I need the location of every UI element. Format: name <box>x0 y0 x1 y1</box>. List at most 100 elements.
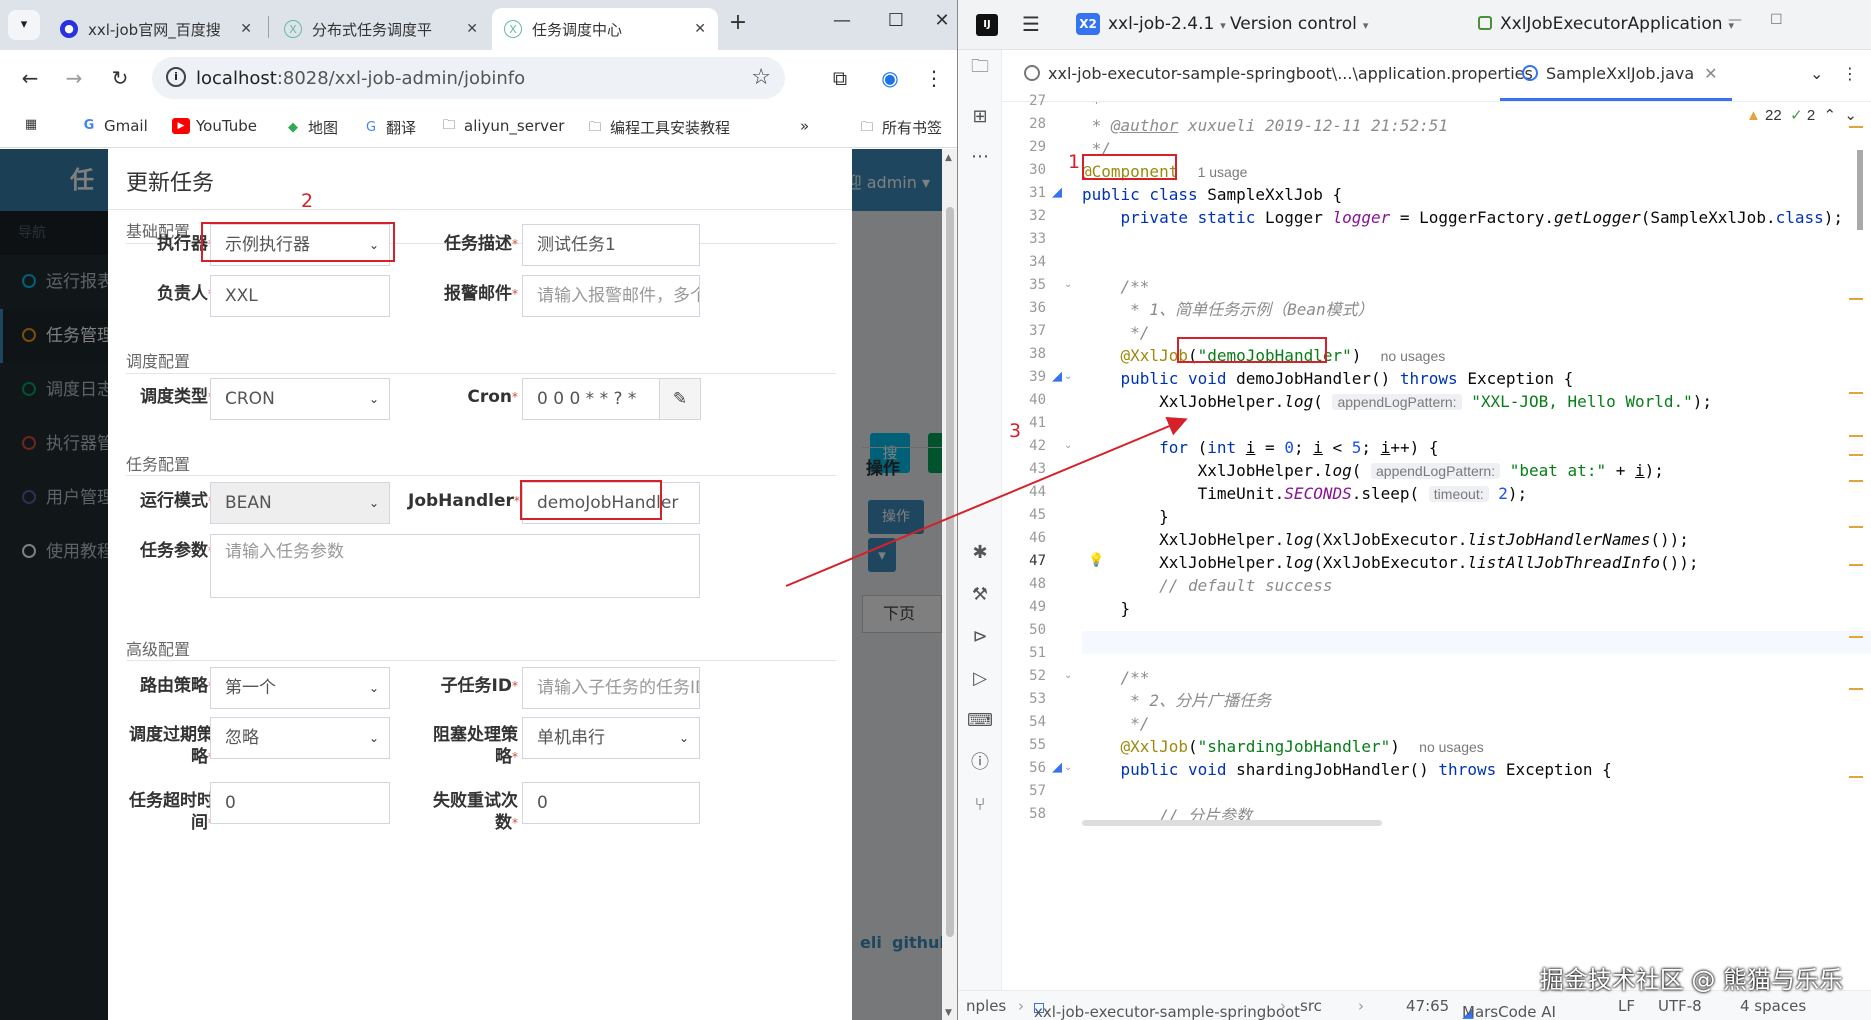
editor-tab-java[interactable]: SampleXxlJob.java ✕ <box>1522 64 1718 83</box>
desc-input[interactable]: 测试任务1 <box>522 224 700 266</box>
annotation-3: 3 <box>1009 420 1022 442</box>
back-icon[interactable]: ← <box>14 62 46 94</box>
warning-marker[interactable] <box>1849 126 1863 128</box>
breadcrumb-module[interactable]: nples <box>966 997 1006 1015</box>
apps-grid-icon[interactable]: ▦ <box>22 117 46 133</box>
close-icon[interactable]: ✕ <box>694 21 706 37</box>
minimize-icon[interactable]: — <box>822 10 862 31</box>
breadcrumb-src[interactable]: src <box>1300 997 1322 1015</box>
warning-marker[interactable] <box>1849 526 1863 528</box>
marscode-gutter-icon[interactable]: ◢ <box>1052 185 1062 200</box>
project-switcher[interactable]: xxl-job-2.4.1 ▾ <box>1108 14 1226 34</box>
scroll-thumb[interactable] <box>946 207 954 937</box>
run-mode-select[interactable]: BEAN ⌄ <box>210 482 390 524</box>
warning-marker[interactable] <box>1849 435 1863 437</box>
structure-icon[interactable]: ⊞ <box>965 102 995 132</box>
bookmarks-overflow[interactable]: » <box>800 117 809 135</box>
new-tab-button[interactable]: + <box>718 10 758 35</box>
file-encoding[interactable]: UTF-8 <box>1658 997 1702 1015</box>
maximize-icon[interactable]: ☐ <box>1770 12 1783 28</box>
vcs-menu[interactable]: Version control ▾ <box>1230 14 1368 34</box>
extensions-icon[interactable]: ⧉ <box>824 62 856 94</box>
warning-marker[interactable] <box>1849 454 1863 456</box>
youtube-icon: ▶ <box>172 118 190 134</box>
bookmark-folder-aliyun[interactable]: 🗀 aliyun_server <box>440 117 564 135</box>
main-menu-icon[interactable]: ☰ <box>1022 12 1040 36</box>
misfire-select[interactable]: 忽略 ⌄ <box>210 717 390 759</box>
terminal-icon[interactable]: ⌨ <box>965 706 995 736</box>
timeout-input[interactable]: 0 <box>210 782 390 824</box>
caret-position[interactable]: 47:65 <box>1406 997 1449 1015</box>
bookmark-maps[interactable]: ◆ 地图 <box>284 117 338 138</box>
fold-chevron-icon[interactable]: ⌄ <box>1064 371 1072 382</box>
close-icon[interactable]: ✕ <box>466 21 478 37</box>
build-icon[interactable]: ⚒ <box>965 580 995 610</box>
more-icon[interactable]: ⋮ <box>1842 64 1858 83</box>
browser-tab-active[interactable]: X 任务调度中心 ✕ <box>492 8 718 50</box>
more-tools-icon[interactable]: ⋯ <box>965 142 995 172</box>
all-bookmarks[interactable]: 🗀 所有书签 <box>858 117 942 138</box>
debug-icon[interactable]: ✱ <box>965 538 995 568</box>
route-select[interactable]: 第一个 ⌄ <box>210 667 390 709</box>
run-icon[interactable]: ▷ <box>965 664 995 694</box>
profile-icon[interactable]: ◉ <box>874 62 906 94</box>
warning-marker[interactable] <box>1849 776 1863 778</box>
fold-chevron-icon[interactable]: ⌄ <box>1064 279 1072 290</box>
editor-tab-properties[interactable]: xxl-job-executor-sample-springboot\...\a… <box>1024 64 1533 83</box>
bookmark-folder-tools[interactable]: 🗀 编程工具安装教程 <box>586 117 730 138</box>
warning-marker[interactable] <box>1849 392 1863 394</box>
ide-window: IJ ☰ X2 xxl-job-2.4.1 ▾ Version control ▾ … <box>958 0 1871 1020</box>
cron-input[interactable]: 0 0 0 * * ? * <box>522 378 660 420</box>
address-bar[interactable]: i localhost:8028/xxl-job-admin/jobinfo ☆ <box>152 57 785 99</box>
bookmark-translate[interactable]: G 翻译 <box>362 117 416 138</box>
param-textarea[interactable]: 请输入任务参数 <box>210 534 700 598</box>
scroll-down-icon[interactable]: ▼ <box>945 1008 952 1018</box>
warning-marker[interactable] <box>1849 480 1863 482</box>
child-job-input[interactable]: 请输入子任务的任务ID, <box>522 667 700 709</box>
fold-chevron-icon[interactable]: ⌄ <box>1064 670 1072 681</box>
warning-marker[interactable] <box>1849 298 1863 300</box>
fold-chevron-icon[interactable]: ⌄ <box>1064 440 1072 451</box>
line-separator[interactable]: LF <box>1618 997 1635 1015</box>
schedule-type-select[interactable]: CRON ⌄ <box>210 378 390 420</box>
minimize-icon[interactable]: — <box>1728 12 1742 28</box>
bookmark-gmail[interactable]: G Gmail <box>80 117 148 135</box>
warning-marker[interactable] <box>1849 688 1863 690</box>
marscode-gutter-icon[interactable]: ◢ <box>1052 760 1062 775</box>
close-icon[interactable]: ✕ <box>1704 64 1717 83</box>
bookmark-star-icon[interactable]: ☆ <box>751 65 771 90</box>
bookmark-youtube[interactable]: ▶ YouTube <box>172 117 257 135</box>
owner-input[interactable]: XXL <box>210 275 390 317</box>
maximize-icon[interactable]: ☐ <box>876 10 916 31</box>
reload-icon[interactable]: ↻ <box>104 62 136 94</box>
editor-scroll-thumb[interactable] <box>1857 150 1863 230</box>
tab-search-button[interactable]: ▾ <box>8 10 40 40</box>
project-folder-icon[interactable]: 🗀 <box>965 52 995 82</box>
menu-dots-icon[interactable]: ⋮ <box>918 62 950 94</box>
edit-cron-button[interactable]: ✎ <box>659 378 701 420</box>
indent-setting[interactable]: 4 spaces <box>1740 997 1806 1015</box>
close-window-icon[interactable]: ✕ <box>922 10 957 31</box>
site-info-icon[interactable]: i <box>166 67 186 87</box>
git-icon[interactable]: ⑂ <box>965 790 995 820</box>
warning-marker[interactable] <box>1849 636 1863 638</box>
run-config-selector[interactable]: XxlJobExecutorApplication ▾ <box>1478 14 1734 34</box>
services-icon[interactable]: ⊳ <box>965 622 995 652</box>
browser-scrollbar[interactable]: ▲ ▼ <box>942 149 957 1020</box>
code-editor[interactable]: ▲ 22 ✓ 2 ⌃ ⌄ * * @author xuxueli 2019-12… <box>1082 102 1871 990</box>
inspection-widget[interactable]: ▲ 22 ✓ 2 ⌃ ⌄ <box>1746 106 1857 124</box>
close-icon[interactable]: ✕ <box>240 21 252 37</box>
scroll-up-icon[interactable]: ▲ <box>945 153 952 163</box>
forward-icon[interactable]: → <box>58 62 90 94</box>
horizontal-scroll-thumb[interactable] <box>1082 820 1382 826</box>
warning-marker[interactable] <box>1849 564 1863 566</box>
problems-icon[interactable]: ⓘ <box>965 748 995 778</box>
alarm-email-input[interactable]: 请输入报警邮件，多个邮 <box>522 275 700 317</box>
fold-chevron-icon[interactable]: ⌄ <box>1064 762 1072 773</box>
tab-list-chevron-icon[interactable]: ⌄ <box>1810 64 1823 83</box>
browser-tab-xxl-site[interactable]: X 分布式任务调度平 ✕ <box>272 8 490 50</box>
block-strategy-select[interactable]: 单机串行 ⌄ <box>522 717 700 759</box>
marscode-gutter-icon[interactable]: ◢ <box>1052 369 1062 384</box>
retry-input[interactable]: 0 <box>522 782 700 824</box>
browser-tab-baidu[interactable]: ● xxl-job官网_百度搜 ✕ <box>48 8 264 50</box>
